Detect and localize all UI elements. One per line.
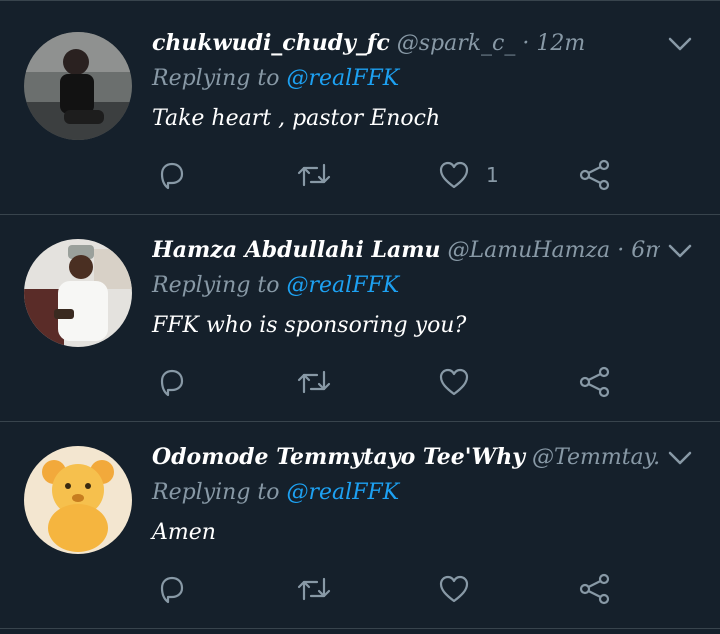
retweet-icon (297, 163, 331, 187)
author-handle[interactable]: @Temmtay... (532, 445, 660, 470)
like-button[interactable] (438, 362, 486, 402)
share-button[interactable] (578, 569, 612, 609)
top-divider (0, 0, 720, 1)
mention-link[interactable]: @realFFK (287, 273, 400, 298)
tweet-header: Odomode Temmytayo Tee'Why @Temmtay... · … (152, 444, 660, 470)
like-icon (439, 161, 469, 189)
separator-dot: · (617, 238, 625, 263)
timestamp[interactable]: 12m (536, 31, 585, 56)
separator-dot: · (522, 31, 530, 56)
share-icon (579, 573, 610, 605)
avatar[interactable] (24, 239, 132, 347)
replying-prefix: Replying to (152, 66, 280, 91)
tweet[interactable]: Odomode Temmytayo Tee'Why @Temmtay... · … (0, 422, 720, 629)
tweet-header: chukwudi_chudy_fc @spark_c_ · 12m (152, 30, 660, 56)
author-handle[interactable]: @spark_c_ (397, 31, 516, 56)
timestamp[interactable]: 6m (631, 238, 660, 263)
avatar-image (24, 239, 132, 347)
share-button[interactable] (578, 155, 612, 195)
share-icon (579, 366, 610, 398)
retweet-button[interactable] (296, 155, 332, 195)
replying-prefix: Replying to (152, 273, 280, 298)
tweet-actions (0, 362, 720, 402)
share-button[interactable] (578, 362, 612, 402)
avatar[interactable] (24, 446, 132, 554)
reply-button[interactable] (156, 362, 188, 402)
chevron-down-icon[interactable] (666, 444, 694, 472)
reply-icon (160, 162, 184, 190)
like-button[interactable] (438, 569, 486, 609)
tweet-header: Hamza Abdullahi Lamu @LamuHamza · 6m (152, 237, 660, 263)
like-icon (439, 368, 469, 396)
retweet-icon (297, 577, 331, 601)
author-handle[interactable]: @LamuHamza (448, 238, 611, 263)
tweet-text: FFK who is sponsoring you? (152, 313, 467, 338)
like-count: 1 (486, 163, 499, 187)
tweet-actions: 1 (0, 155, 720, 195)
reply-icon (160, 369, 184, 397)
tweet-text: Take heart , pastor Enoch (152, 106, 441, 131)
chevron-down-icon[interactable] (666, 237, 694, 265)
replying-to: Replying to @realFFK (152, 480, 399, 505)
tweet-text: Amen (152, 520, 216, 545)
reply-button[interactable] (156, 155, 188, 195)
replying-to: Replying to @realFFK (152, 66, 399, 91)
author-name[interactable]: Hamza Abdullahi Lamu (152, 237, 441, 263)
tweet-actions (0, 569, 720, 609)
author-name[interactable]: chukwudi_chudy_fc (152, 30, 390, 56)
chevron-down-icon[interactable] (666, 30, 694, 58)
retweet-button[interactable] (296, 569, 332, 609)
retweet-icon (297, 370, 331, 394)
reply-icon (160, 576, 184, 604)
reply-button[interactable] (156, 569, 188, 609)
author-name[interactable]: Odomode Temmytayo Tee'Why (152, 444, 525, 470)
mention-link[interactable]: @realFFK (287, 66, 400, 91)
replying-to: Replying to @realFFK (152, 273, 399, 298)
tweet[interactable]: chukwudi_chudy_fc @spark_c_ · 12m Replyi… (0, 8, 720, 215)
tweet[interactable]: Hamza Abdullahi Lamu @LamuHamza · 6m Rep… (0, 215, 720, 422)
avatar-image (24, 32, 132, 140)
mention-link[interactable]: @realFFK (287, 480, 400, 505)
retweet-button[interactable] (296, 362, 332, 402)
avatar-image (24, 446, 132, 554)
like-button[interactable]: 1 (438, 155, 499, 195)
like-icon (439, 575, 469, 603)
avatar[interactable] (24, 32, 132, 140)
share-icon (579, 159, 610, 191)
replying-prefix: Replying to (152, 480, 280, 505)
